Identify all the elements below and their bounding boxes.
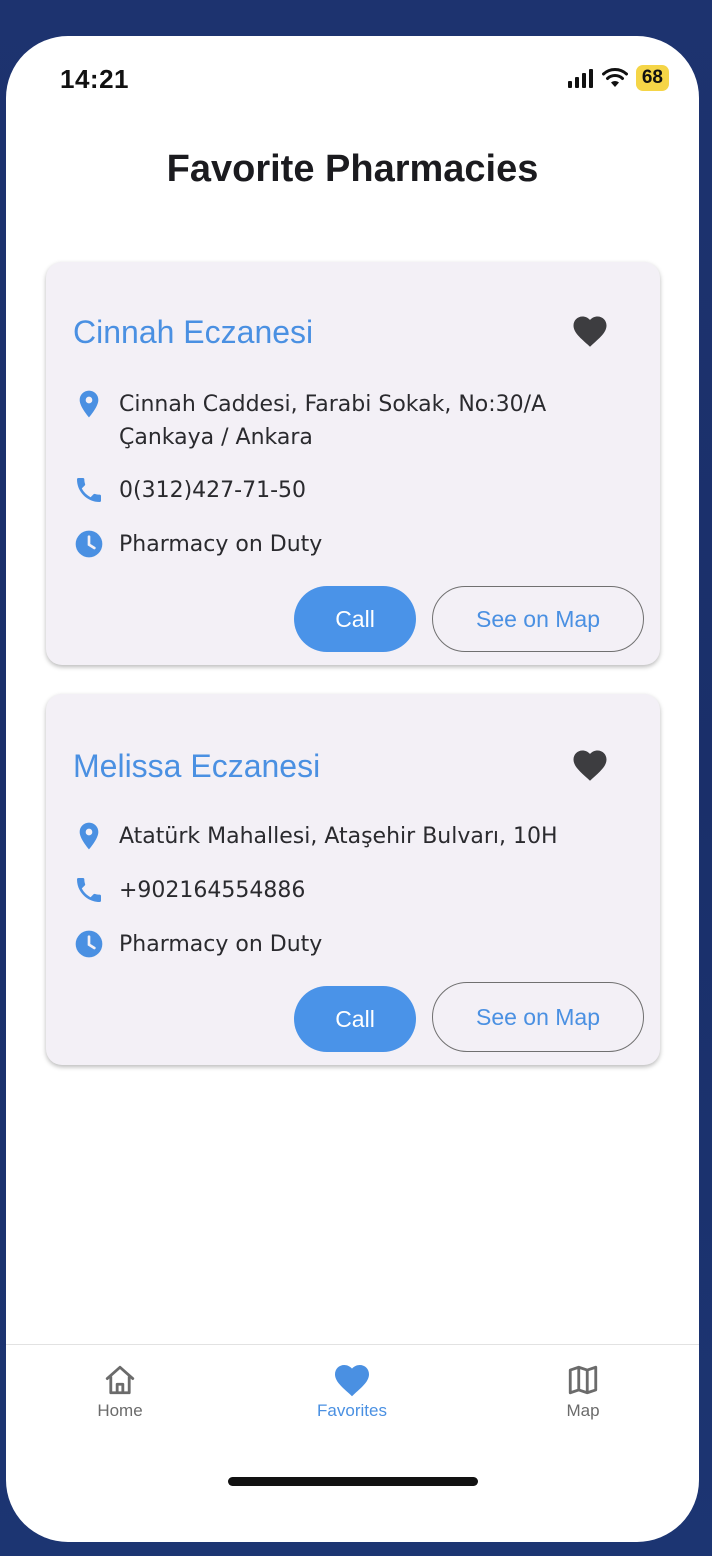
home-indicator[interactable] — [228, 1477, 478, 1486]
bottom-navigation: Home Favorites Map — [6, 1344, 699, 1465]
phone-icon — [77, 478, 101, 502]
call-button[interactable]: Call — [294, 986, 416, 1052]
see-on-map-button[interactable]: See on Map — [432, 586, 644, 652]
phone-row: 0(312)427-71-50 — [73, 474, 306, 507]
location-pin-icon — [79, 390, 99, 418]
pharmacy-address: Cinnah Caddesi, Farabi Sokak, No:30/A Ça… — [119, 392, 547, 450]
pharmacy-phone: +902164554886 — [119, 878, 306, 903]
status-row: Pharmacy on Duty — [73, 528, 322, 561]
pharmacy-phone: 0(312)427-71-50 — [119, 478, 307, 503]
home-icon — [105, 1365, 135, 1395]
see-on-map-button[interactable]: See on Map — [432, 982, 644, 1052]
nav-item-favorites[interactable]: Favorites — [272, 1345, 432, 1421]
map-icon — [568, 1365, 598, 1395]
heart-icon[interactable] — [572, 314, 608, 348]
pharmacy-card: Cinnah Eczanesi Cinnah Caddesi, Farabi S… — [46, 262, 660, 665]
pharmacy-name: Melissa Eczanesi — [73, 748, 321, 784]
location-pin-icon — [79, 822, 99, 850]
page-title: Favorite Pharmacies — [166, 148, 539, 190]
nav-item-home[interactable]: Home — [40, 1345, 200, 1421]
pharmacy-duty-status: Pharmacy on Duty — [119, 532, 323, 557]
phone-screen: 14:21 68 Favorite Pharmacies Cinnah Ecza… — [6, 36, 699, 1542]
heart-icon — [335, 1365, 369, 1397]
pharmacy-name: Cinnah Eczanesi — [73, 314, 314, 350]
pharmacy-card: Melissa Eczanesi Atatürk Mahallesi, Ataş… — [46, 694, 660, 1065]
phone-icon — [77, 878, 101, 902]
address-row: Cinnah Caddesi, Farabi Sokak, No:30/A Ça… — [73, 388, 546, 454]
wifi-icon — [601, 68, 628, 87]
clock-icon — [75, 530, 103, 558]
nav-item-map[interactable]: Map — [503, 1345, 663, 1421]
heart-icon[interactable] — [572, 748, 608, 782]
call-button[interactable]: Call — [294, 586, 416, 652]
signal-icon — [567, 69, 593, 88]
battery-indicator: 68 — [635, 65, 669, 91]
pharmacy-duty-status: Pharmacy on Duty — [119, 932, 323, 957]
status-indicators: 68 — [567, 64, 669, 92]
status-time: 14:21 — [60, 64, 129, 94]
nav-label-map: Map — [566, 1401, 600, 1420]
nav-label-home: Home — [97, 1401, 143, 1420]
nav-label-favorites: Favorites — [317, 1401, 387, 1420]
address-row: Atatürk Mahallesi, Ataşehir Bulvarı, 10H — [73, 820, 558, 853]
pharmacy-address: Atatürk Mahallesi, Ataşehir Bulvarı, 10H — [119, 824, 558, 849]
phone-row: +902164554886 — [73, 874, 305, 907]
clock-icon — [75, 930, 103, 958]
status-row: Pharmacy on Duty — [73, 928, 322, 961]
